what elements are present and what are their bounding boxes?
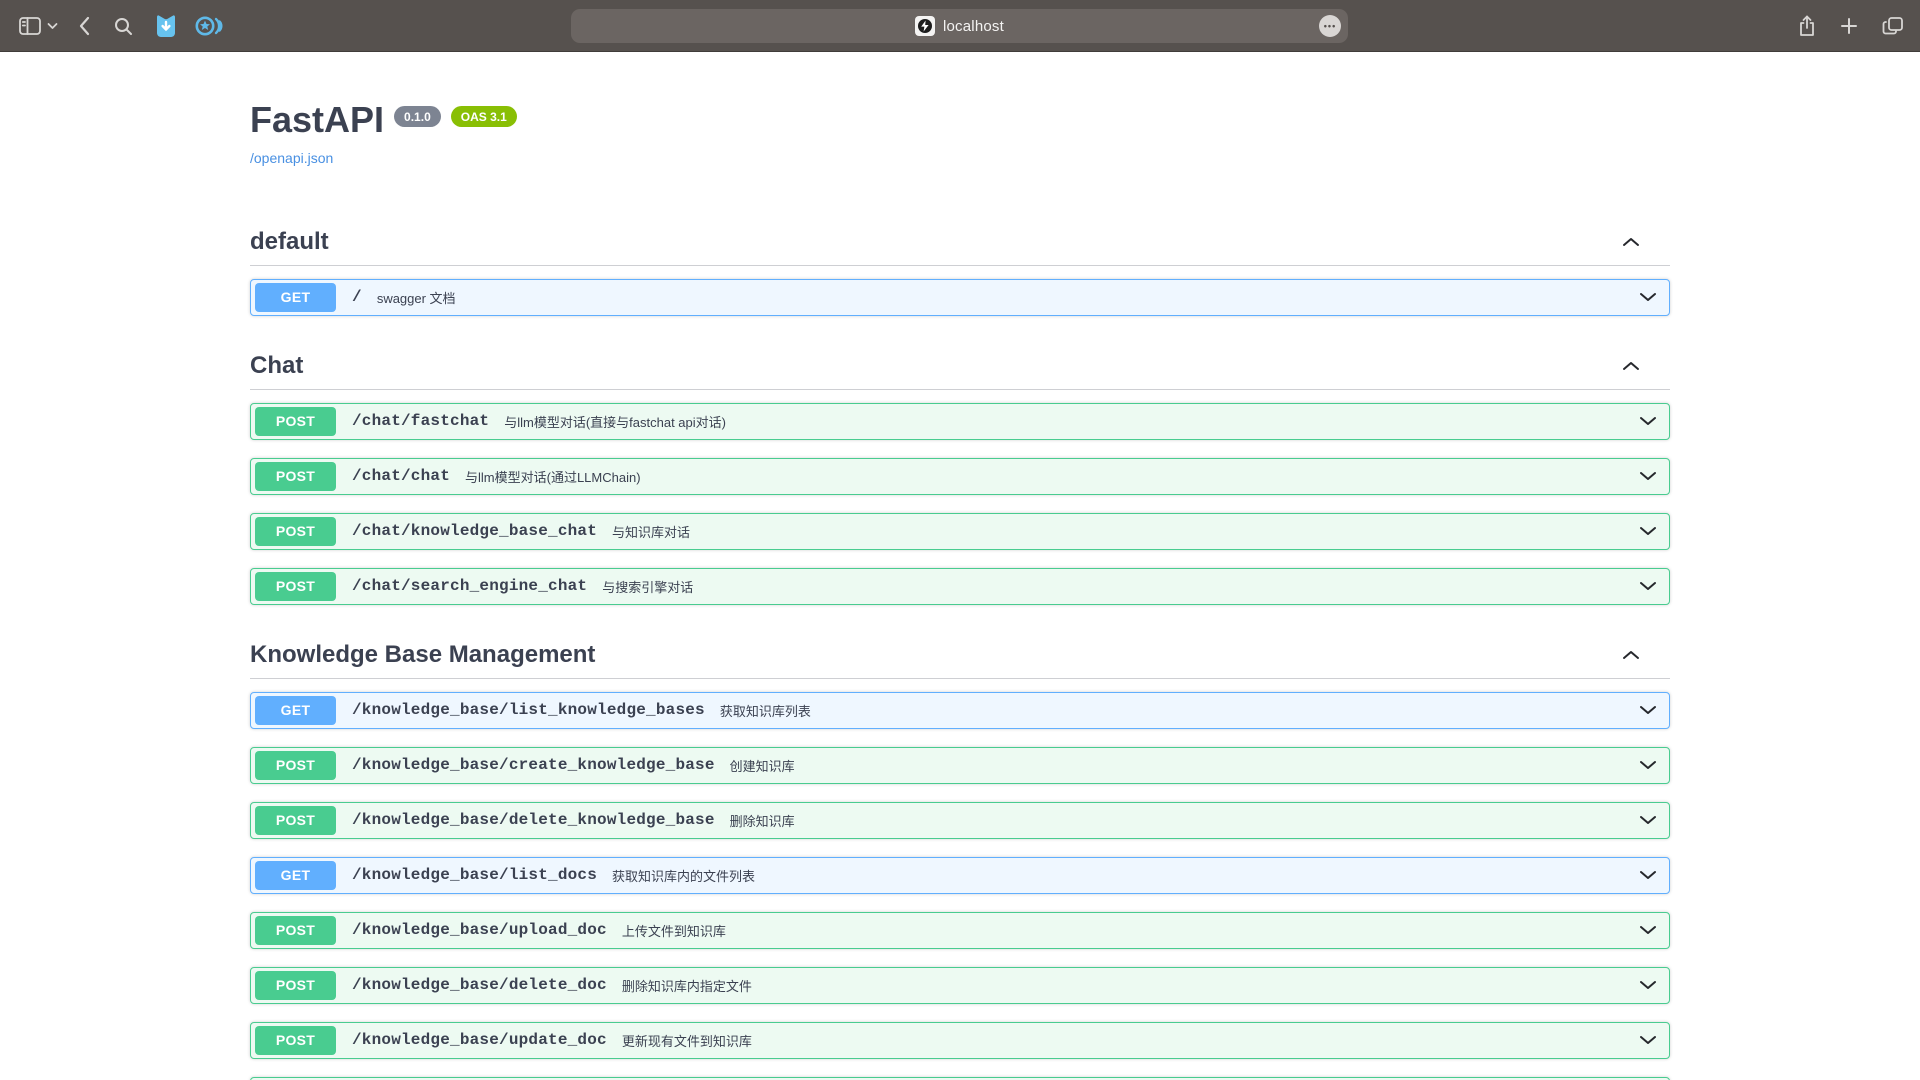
chevron-down-icon[interactable] [1639, 980, 1657, 990]
chevron-down-icon[interactable] [1639, 416, 1657, 426]
endpoint-path: /knowledge_base/list_docs [352, 866, 597, 884]
endpoint-path: /chat/knowledge_base_chat [352, 522, 597, 540]
back-icon[interactable] [78, 16, 90, 36]
method-badge: POST [255, 517, 336, 546]
chevron-up-icon[interactable] [1622, 361, 1640, 371]
endpoint-row[interactable]: POST /chat/search_engine_chat 与搜索引擎对话 [250, 568, 1670, 605]
browser-toolbar: localhost ••• [0, 0, 1920, 52]
endpoint-row[interactable]: POST /chat/fastchat 与llm模型对话(直接与fastchat… [250, 403, 1670, 440]
endpoint-summary: 删除知识库 [730, 811, 795, 830]
endpoint-summary: swagger 文档 [377, 288, 456, 307]
section-title: Knowledge Base Management [250, 641, 595, 669]
search-icon[interactable] [114, 17, 133, 36]
chevron-down-icon[interactable] [1639, 925, 1657, 935]
method-badge: POST [255, 916, 336, 945]
tab-overview-icon[interactable] [1882, 16, 1904, 36]
endpoint-path: /knowledge_base/update_doc [352, 1031, 607, 1049]
endpoint-row[interactable]: POST /knowledge_base/create_knowledge_ba… [250, 747, 1670, 784]
endpoint-path: / [352, 288, 362, 306]
endpoint-path: /chat/fastchat [352, 412, 489, 430]
method-badge: GET [255, 696, 336, 725]
endpoint-row[interactable]: POST /chat/knowledge_base_chat 与知识库对话 [250, 513, 1670, 550]
address-text: localhost [943, 18, 1004, 35]
method-badge: POST [255, 407, 336, 436]
chevron-down-icon[interactable] [1639, 815, 1657, 825]
section-title: Chat [250, 352, 303, 380]
api-info: FastAPI 0.1.0 OAS 3.1 [250, 100, 1670, 140]
endpoint-row[interactable]: POST /chat/chat 与llm模型对话(通过LLMChain) [250, 458, 1670, 495]
chevron-up-icon[interactable] [1622, 650, 1640, 660]
sidebar-toggle-icon[interactable] [18, 16, 42, 36]
site-favicon [915, 16, 935, 36]
endpoint-summary: 与llm模型对话(直接与fastchat api对话) [504, 412, 726, 431]
endpoint-path: /chat/search_engine_chat [352, 577, 587, 595]
chevron-down-icon[interactable] [1639, 292, 1657, 302]
endpoint-summary: 删除知识库内指定文件 [622, 976, 752, 995]
method-badge: POST [255, 751, 336, 780]
content-blocker-extension-icon[interactable] [195, 15, 223, 37]
method-badge: POST [255, 971, 336, 1000]
chevron-down-icon[interactable] [1639, 705, 1657, 715]
endpoint-path: /knowledge_base/upload_doc [352, 921, 607, 939]
section-ops-default: GET / swagger 文档 [250, 266, 1670, 316]
endpoint-summary: 与知识库对话 [612, 522, 690, 541]
new-tab-icon[interactable] [1840, 17, 1858, 35]
endpoint-path: /knowledge_base/delete_knowledge_base [352, 811, 715, 829]
chevron-down-icon[interactable] [1639, 870, 1657, 880]
endpoint-row[interactable]: GET /knowledge_base/list_docs 获取知识库内的文件列… [250, 857, 1670, 894]
bookmark-extension-icon[interactable] [155, 14, 177, 38]
method-badge: POST [255, 572, 336, 601]
oas-badge: OAS 3.1 [451, 106, 517, 127]
endpoint-row[interactable]: POST /knowledge_base/upload_doc 上传文件到知识库 [250, 912, 1670, 949]
endpoint-summary: 与llm模型对话(通过LLMChain) [465, 467, 641, 486]
version-badge: 0.1.0 [394, 106, 441, 127]
section-title: default [250, 228, 329, 256]
method-badge: GET [255, 861, 336, 890]
endpoint-path: /knowledge_base/list_knowledge_bases [352, 701, 705, 719]
swagger-page: FastAPI 0.1.0 OAS 3.1 /openapi.json defa… [0, 52, 1920, 1080]
page-title: FastAPI [250, 100, 384, 140]
endpoint-row[interactable]: POST /knowledge_base/delete_knowledge_ba… [250, 802, 1670, 839]
endpoint-summary: 创建知识库 [730, 756, 795, 775]
sidebar-chevron-down-icon[interactable] [47, 22, 58, 30]
section-header-knowledge-base[interactable]: Knowledge Base Management [250, 635, 1670, 679]
endpoint-row[interactable]: POST /knowledge_base/delete_doc 删除知识库内指定… [250, 967, 1670, 1004]
endpoint-row[interactable]: POST /knowledge_base/update_doc 更新现有文件到知… [250, 1022, 1670, 1059]
endpoint-path: /knowledge_base/delete_doc [352, 976, 607, 994]
share-icon[interactable] [1798, 15, 1816, 37]
endpoint-summary: 与搜索引擎对话 [602, 577, 693, 596]
endpoint-row[interactable]: GET /knowledge_base/list_knowledge_bases… [250, 692, 1670, 729]
endpoint-summary: 获取知识库内的文件列表 [612, 866, 755, 885]
chevron-down-icon[interactable] [1639, 760, 1657, 770]
chevron-down-icon[interactable] [1639, 581, 1657, 591]
endpoint-path: /knowledge_base/create_knowledge_base [352, 756, 715, 774]
chevron-down-icon[interactable] [1639, 526, 1657, 536]
endpoint-row[interactable]: GET / swagger 文档 [250, 279, 1670, 316]
openapi-spec-link[interactable]: /openapi.json [250, 150, 333, 166]
section-header-chat[interactable]: Chat [250, 346, 1670, 390]
endpoint-path: /chat/chat [352, 467, 450, 485]
chevron-down-icon[interactable] [1639, 1035, 1657, 1045]
endpoint-row[interactable]: POST /knowledge_base/recreate_vector_sto… [250, 1077, 1670, 1080]
section-ops-knowledge-base: GET /knowledge_base/list_knowledge_bases… [250, 679, 1670, 1080]
endpoint-summary: 获取知识库列表 [720, 701, 811, 720]
method-badge: POST [255, 1026, 336, 1055]
endpoint-summary: 上传文件到知识库 [622, 921, 726, 940]
section-ops-chat: POST /chat/fastchat 与llm模型对话(直接与fastchat… [250, 390, 1670, 605]
chevron-down-icon[interactable] [1639, 471, 1657, 481]
page-menu-icon[interactable]: ••• [1319, 15, 1341, 37]
method-badge: GET [255, 283, 336, 312]
endpoint-summary: 更新现有文件到知识库 [622, 1031, 752, 1050]
method-badge: POST [255, 806, 336, 835]
section-header-default[interactable]: default [250, 222, 1670, 266]
method-badge: POST [255, 462, 336, 491]
chevron-up-icon[interactable] [1622, 237, 1640, 247]
address-bar[interactable]: localhost ••• [571, 9, 1348, 43]
